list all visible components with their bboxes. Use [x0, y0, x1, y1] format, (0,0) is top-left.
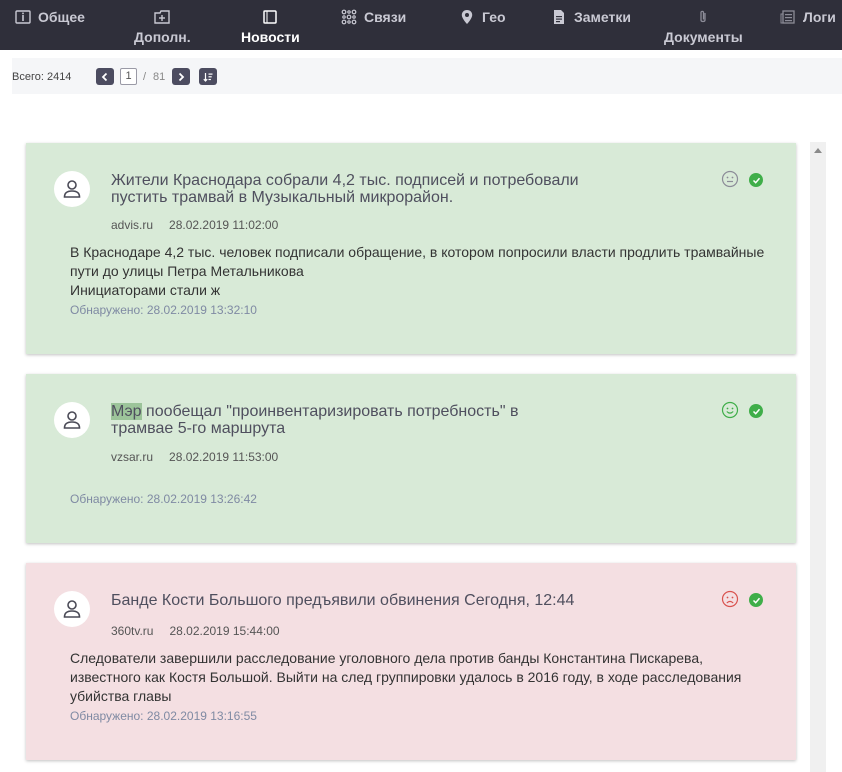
verified-check-button[interactable]: [749, 173, 763, 187]
tab-label: Логи: [803, 9, 836, 25]
tab-logs[interactable]: Логи: [780, 6, 836, 28]
tab-documents[interactable]: Документы: [664, 6, 743, 46]
chevron-left-icon: [101, 72, 108, 81]
user-icon: [63, 411, 81, 429]
pagination-bar: Всего: 2414 1 / 81: [12, 58, 842, 94]
scrollbar[interactable]: [810, 142, 826, 772]
found-timestamp: Обнаружено: 28.02.2019 13:32:10: [70, 303, 257, 317]
tab-notes[interactable]: Заметки: [551, 6, 631, 28]
news-title-text: пообещал "проинвентаризировать потребнос…: [111, 403, 519, 437]
scroll-up-arrow-icon[interactable]: [814, 148, 822, 153]
news-date: 28.02.2019 15:44:00: [169, 624, 280, 638]
user-icon: [63, 600, 81, 618]
news-title[interactable]: Жители Краснодара собрали 4,2 тыс. подпи…: [111, 172, 631, 206]
sad-face-icon[interactable]: [721, 590, 739, 608]
square-icon: [262, 9, 278, 25]
avatar: [54, 402, 90, 438]
user-icon: [63, 180, 81, 198]
news-body: Следователи завершили расследование угол…: [70, 650, 742, 704]
check-icon: [752, 597, 760, 604]
news-source[interactable]: advis.ru: [111, 218, 153, 232]
paperclip-icon: [695, 9, 711, 25]
news-card[interactable]: Жители Краснодара собрали 4,2 тыс. подпи…: [26, 143, 796, 354]
happy-face-icon[interactable]: [721, 401, 739, 419]
tab-extra[interactable]: Дополн.: [134, 6, 191, 46]
tab-label: Гео: [482, 9, 506, 25]
map-pin-icon: [459, 9, 475, 25]
total-count: Всего: 2414: [12, 71, 72, 83]
tab-news[interactable]: Новости: [241, 6, 300, 46]
news-meta: advis.ru 28.02.2019 11:02:00: [111, 218, 278, 232]
top-nav: Общее Дополн. Новости Связи Гео Заметки …: [0, 0, 842, 50]
note-icon: [551, 9, 567, 25]
info-icon: [15, 9, 31, 25]
next-page-button[interactable]: [172, 68, 190, 85]
tab-label: Общее: [38, 9, 85, 25]
news-date: 28.02.2019 11:02:00: [169, 218, 279, 232]
page-separator: /: [143, 71, 147, 83]
page-total: 81: [153, 71, 166, 83]
prev-page-button[interactable]: [96, 68, 114, 85]
search-highlight: Мэр: [111, 403, 142, 420]
news-title[interactable]: Мэр пообещал "проинвентаризировать потре…: [111, 403, 551, 437]
check-icon: [752, 177, 760, 184]
neutral-face-icon[interactable]: [721, 170, 739, 188]
verified-check-button[interactable]: [749, 593, 763, 607]
news-source[interactable]: vzsar.ru: [111, 450, 153, 464]
news-source[interactable]: 360tv.ru: [111, 624, 153, 638]
tab-label: Дополн.: [134, 29, 191, 45]
news-meta: vzsar.ru 28.02.2019 11:53:00: [111, 450, 278, 464]
sort-icon: [203, 72, 213, 82]
news-body: В Краснодаре 4,2 тыс. человек подписали …: [70, 244, 765, 298]
news-card[interactable]: Мэр пообещал "проинвентаризировать потре…: [26, 374, 796, 543]
tab-label: Связи: [364, 9, 407, 25]
chevron-right-icon: [178, 72, 185, 81]
news-meta: 360tv.ru 28.02.2019 15:44:00: [111, 624, 280, 638]
tab-geo[interactable]: Гео: [459, 6, 506, 28]
verified-check-button[interactable]: [749, 404, 763, 418]
page-input[interactable]: 1: [120, 68, 137, 85]
news-title[interactable]: Банде Кости Большого предъявили обвинени…: [111, 592, 631, 609]
tab-label: Документы: [664, 29, 743, 45]
tab-links[interactable]: Связи: [341, 6, 406, 28]
tab-general[interactable]: Общее: [15, 6, 85, 28]
log-icon: [780, 9, 796, 25]
check-icon: [752, 408, 760, 415]
avatar: [54, 171, 90, 207]
found-timestamp: Обнаружено: 28.02.2019 13:26:42: [70, 492, 257, 506]
found-timestamp: Обнаружено: 28.02.2019 13:16:55: [70, 709, 257, 723]
avatar: [54, 591, 90, 627]
news-date: 28.02.2019 11:53:00: [169, 450, 279, 464]
tab-label: Новости: [241, 29, 300, 45]
tab-label: Заметки: [574, 9, 631, 25]
plus-box-icon: [154, 9, 170, 25]
sort-button[interactable]: [199, 68, 217, 85]
network-icon: [341, 9, 357, 25]
news-card[interactable]: Банде Кости Большого предъявили обвинени…: [26, 563, 796, 760]
